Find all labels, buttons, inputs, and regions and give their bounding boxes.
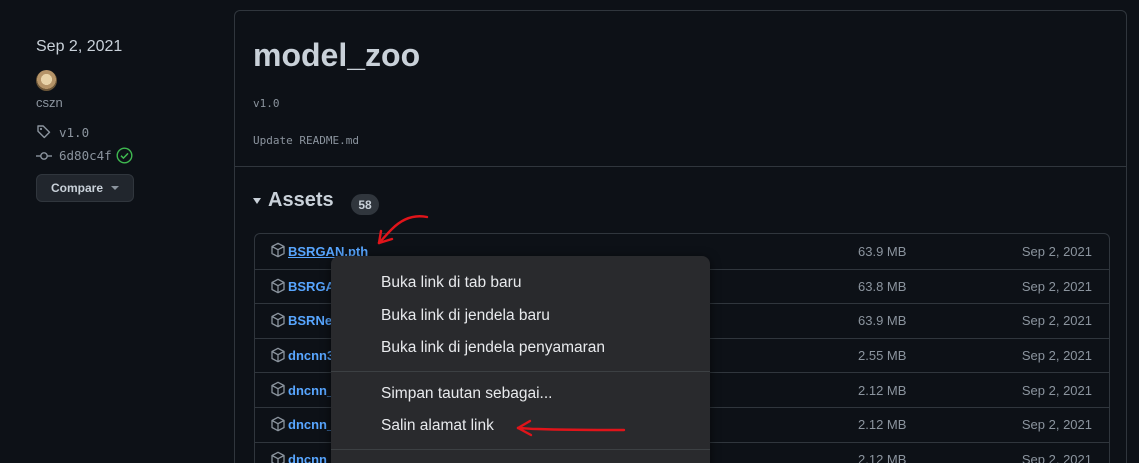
- divider: [235, 166, 1126, 167]
- asset-date: Sep 2, 2021: [1021, 313, 1092, 329]
- commit-icon: [36, 151, 52, 160]
- release-tag: v1.0: [253, 97, 280, 110]
- compare-label: Compare: [50, 181, 103, 195]
- release-sidebar: Sep 2, 2021 cszn v1.0 6d80c4f Compare: [36, 38, 206, 202]
- tag-label: v1.0: [59, 124, 90, 140]
- asset-date: Sep 2, 2021: [1021, 417, 1092, 433]
- asset-size: 2.55 MB: [858, 348, 907, 364]
- package-icon: [271, 347, 285, 363]
- author-username[interactable]: cszn: [36, 95, 63, 110]
- asset-link[interactable]: dncnn_: [288, 417, 334, 432]
- context-menu: Buka link di tab baru Buka link di jende…: [331, 256, 710, 463]
- package-icon: [271, 416, 285, 432]
- tag-link[interactable]: v1.0: [36, 124, 89, 140]
- release-description: Update README.md: [253, 134, 359, 147]
- asset-size: 2.12 MB: [858, 382, 907, 398]
- menu-separator: [331, 448, 710, 450]
- package-icon: [271, 382, 285, 397]
- compare-button[interactable]: Compare: [36, 174, 134, 202]
- asset-date: Sep 2, 2021: [1021, 348, 1092, 364]
- asset-link[interactable]: dncnn3: [288, 348, 334, 363]
- asset-size: 2.12 MB: [858, 451, 907, 463]
- commit-sha: 6d80c4f: [59, 148, 112, 163]
- asset-date: Sep 2, 2021: [1021, 451, 1092, 463]
- menu-separator: [331, 370, 710, 372]
- menu-item-open-new-tab[interactable]: Buka link di tab baru: [331, 267, 710, 300]
- package-icon: [271, 242, 285, 258]
- menu-item-copy-link-address[interactable]: Salin alamat link: [331, 410, 710, 443]
- asset-link[interactable]: dncnn: [288, 452, 327, 463]
- assets-toggle[interactable]: Assets: [253, 189, 334, 212]
- verified-check-icon[interactable]: [116, 147, 133, 164]
- commit-link[interactable]: 6d80c4f: [36, 147, 133, 164]
- package-icon: [271, 451, 285, 463]
- tag-icon: [37, 125, 51, 139]
- asset-link[interactable]: BSRGA: [288, 279, 335, 294]
- disclosure-triangle-icon: [253, 197, 261, 204]
- assets-heading: Assets: [268, 189, 334, 211]
- caret-down-icon: [111, 186, 119, 190]
- asset-link[interactable]: BSRNe: [288, 313, 332, 328]
- avatar[interactable]: [36, 70, 57, 91]
- asset-size: 63.8 MB: [858, 278, 907, 294]
- assets-count-badge: 58: [351, 194, 379, 215]
- release-title[interactable]: model_zoo: [253, 37, 420, 74]
- asset-date: Sep 2, 2021: [1021, 382, 1092, 398]
- asset-size: 2.12 MB: [858, 417, 907, 433]
- package-icon: [271, 278, 285, 293]
- asset-date: Sep 2, 2021: [1021, 278, 1092, 294]
- package-icon: [271, 312, 285, 328]
- menu-item-open-incognito[interactable]: Buka link di jendela penyamaran: [331, 332, 710, 365]
- asset-size: 63.9 MB: [858, 313, 907, 329]
- menu-item-open-new-window[interactable]: Buka link di jendela baru: [331, 300, 710, 333]
- asset-size: 63.9 MB: [858, 243, 907, 259]
- asset-link[interactable]: dncnn_: [288, 383, 334, 398]
- menu-item-save-link-as[interactable]: Simpan tautan sebagai...: [331, 378, 710, 411]
- asset-date: Sep 2, 2021: [1021, 243, 1092, 259]
- release-date: Sep 2, 2021: [36, 38, 123, 55]
